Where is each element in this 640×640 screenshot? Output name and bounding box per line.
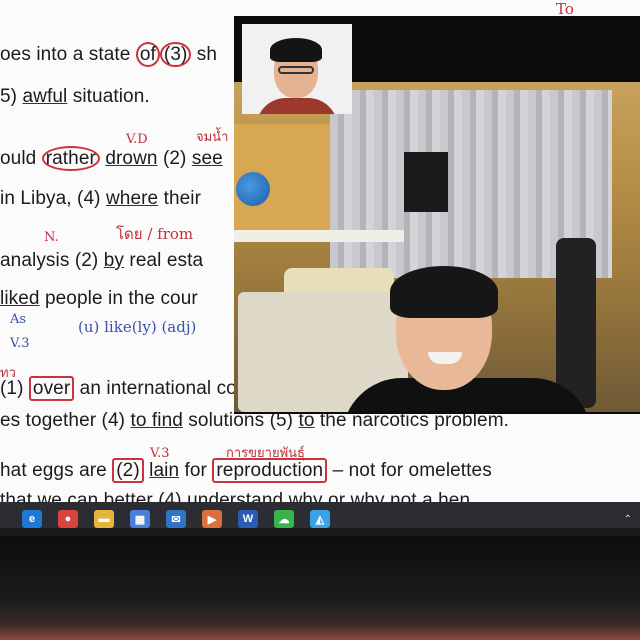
annotation-thai-drown: จมน้ำ xyxy=(196,130,229,145)
annotation-from: โดย / from xyxy=(116,225,194,243)
annotation-v3-bottom: V.3 xyxy=(150,446,170,461)
system-tray-chevron-icon[interactable]: ⌃ xyxy=(624,514,632,525)
doc-line-1: oes into a state of (3) sh xyxy=(0,42,218,67)
doc-line-2: 5) awful situation. xyxy=(0,86,150,108)
underlined-word: where xyxy=(105,188,159,209)
annotation-vd: V.D xyxy=(126,132,148,147)
self-body xyxy=(256,98,338,114)
doc-line-7: (1) over an international co xyxy=(0,376,237,401)
line-icon: ☁ xyxy=(274,510,294,528)
boxed-number: (2) xyxy=(112,458,144,483)
chrome-icon: ● xyxy=(58,510,78,528)
taskbar-video-call-button[interactable]: ◭ xyxy=(302,502,338,528)
doc-text: an international co xyxy=(74,378,237,399)
doc-text: oes into a state xyxy=(0,44,136,65)
doc-text: hat eggs are xyxy=(0,460,113,481)
doc-line-4: in Libya, (4) where their xyxy=(0,188,201,210)
underlined-word: see xyxy=(191,148,223,169)
annotation-likely-adj: (u) like(ly) (adj) xyxy=(78,318,197,336)
self-glasses xyxy=(278,66,314,74)
video-call-window[interactable] xyxy=(234,16,640,414)
doc-text: people in the cour xyxy=(39,288,198,309)
doc-text: ould xyxy=(0,148,42,169)
boxed-word: over xyxy=(28,376,75,401)
annotation-as: As xyxy=(10,312,27,327)
circled-number: (3) xyxy=(159,42,192,67)
annotation-n: N. xyxy=(44,230,59,245)
underlined-word: lain xyxy=(149,460,180,481)
taskbar-edge-button[interactable]: e xyxy=(14,502,50,528)
doc-text: real esta xyxy=(124,250,204,271)
remote-video-feed[interactable] xyxy=(234,82,640,412)
remote-participant xyxy=(342,232,592,412)
doc-line-9: hat eggs are (2) lain for reproduction –… xyxy=(0,458,492,483)
taskbar-chrome-button[interactable]: ● xyxy=(50,502,86,528)
underlined-word: drown xyxy=(105,148,158,169)
underlined-word: liked xyxy=(0,288,40,309)
taskbar-apps: e ● ▬ ▦ ✉ ▶ W ☁ ◭ xyxy=(14,502,338,528)
monitor-bezel xyxy=(0,536,640,640)
file-explorer-icon: ▬ xyxy=(94,510,114,528)
circled-word: rather xyxy=(41,146,100,171)
taskbar-file-explorer-button[interactable]: ▬ xyxy=(86,502,122,528)
doc-text: es together (4) xyxy=(0,410,131,431)
monitor-screen: oes into a state of (3) sh 5) awful situa… xyxy=(0,0,640,528)
underlined-word: by xyxy=(103,250,125,271)
annotation-thai-mid: ทว xyxy=(0,366,16,381)
doc-text: – not for omelettes xyxy=(327,460,492,481)
doc-line-6: liked people in the cour xyxy=(0,288,198,310)
taskbar-spacer xyxy=(0,502,14,528)
underlined-word: awful xyxy=(22,86,68,107)
annotation-thai-reproduction: การขยายพันธุ์ xyxy=(226,446,305,461)
doc-line-3: ould rather drown (2) see xyxy=(0,146,223,171)
self-view-thumbnail[interactable] xyxy=(242,24,352,114)
annotation-v3: V.3 xyxy=(10,336,30,351)
doc-text: (2) xyxy=(157,148,192,169)
globe xyxy=(236,172,270,206)
doc-text: analysis (2) xyxy=(0,250,104,271)
taskbar: e ● ▬ ▦ ✉ ▶ W ☁ ◭ ⌃ xyxy=(0,502,640,528)
doc-text: in Libya, (4) xyxy=(0,188,106,209)
taskbar-mail-button[interactable]: ✉ xyxy=(158,502,194,528)
doc-line-5: analysis (2) by real esta xyxy=(0,250,203,272)
underlined-word: to find xyxy=(130,410,183,431)
taskbar-line-button[interactable]: ☁ xyxy=(266,502,302,528)
video-call-icon: ◭ xyxy=(310,510,330,528)
taskbar-store-button[interactable]: ▦ xyxy=(122,502,158,528)
doc-text: sh xyxy=(191,44,218,65)
mail-icon: ✉ xyxy=(166,510,186,528)
circled-word: of xyxy=(135,42,160,67)
self-hair xyxy=(270,38,322,62)
doc-text: their xyxy=(158,188,202,209)
word-icon: W xyxy=(238,510,258,528)
taskbar-media-button[interactable]: ▶ xyxy=(194,502,230,528)
store-icon: ▦ xyxy=(130,510,150,528)
taskbar-word-button[interactable]: W xyxy=(230,502,266,528)
doc-text: 5) xyxy=(0,86,23,107)
edge-icon: e xyxy=(22,510,42,528)
background-speaker xyxy=(404,152,448,212)
participant-hair xyxy=(390,266,498,318)
media-icon: ▶ xyxy=(202,510,222,528)
doc-text: situation. xyxy=(67,86,150,107)
doc-text: for xyxy=(179,460,213,481)
